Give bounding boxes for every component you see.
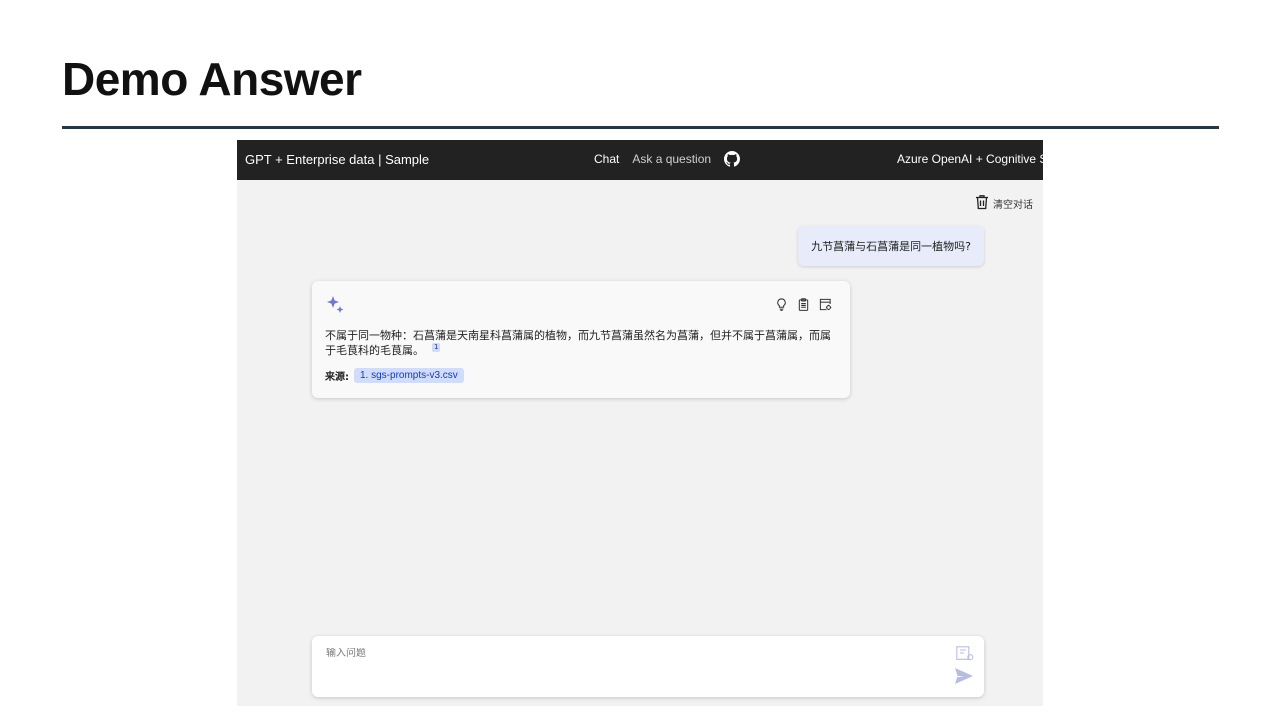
title-divider — [62, 126, 1219, 129]
user-message-text: 九节菖蒲与石菖蒲是同一植物吗? — [811, 240, 971, 253]
answer-actions — [775, 298, 832, 311]
header-right-text: Azure OpenAI + Cognitive Sea — [897, 152, 1043, 166]
clear-chat-button[interactable]: 清空对话 — [975, 194, 1033, 213]
nav-links: Chat Ask a question — [594, 151, 741, 167]
trash-icon — [975, 194, 989, 213]
question-input[interactable] — [326, 648, 926, 659]
user-message-bubble: 九节菖蒲与石菖蒲是同一植物吗? — [798, 226, 984, 266]
app-brand[interactable]: GPT + Enterprise data | Sample — [245, 152, 429, 167]
app-window: GPT + Enterprise data | Sample Chat Ask … — [237, 140, 1043, 706]
supporting-content-icon[interactable] — [819, 298, 832, 311]
slide-title: Demo Answer — [62, 53, 362, 105]
nav-chat[interactable]: Chat — [594, 152, 619, 166]
send-icon[interactable] — [954, 667, 974, 685]
top-nav-bar: GPT + Enterprise data | Sample Chat Ask … — [237, 140, 1043, 180]
answer-card: 不属于同一物种：石菖蒲是天南星科菖蒲属的植物，而九节菖蒲虽然名为菖蒲，但并不属于… — [312, 281, 850, 398]
answer-body: 不属于同一物种：石菖蒲是天南星科菖蒲属的植物，而九节菖蒲虽然名为菖蒲，但并不属于… — [325, 329, 831, 357]
citation-marker[interactable]: 1 — [432, 343, 441, 353]
clipboard-icon[interactable] — [797, 298, 810, 311]
answer-text: 不属于同一物种：石菖蒲是天南星科菖蒲属的植物，而九节菖蒲虽然名为菖蒲，但并不属于… — [325, 328, 837, 358]
question-input-box — [312, 636, 984, 697]
sources-row: 来源: 1. sgs-prompts-v3.csv — [325, 368, 464, 383]
nav-ask-question[interactable]: Ask a question — [632, 152, 711, 166]
source-chip[interactable]: 1. sgs-prompts-v3.csv — [354, 368, 464, 383]
clear-chat-label: 清空对话 — [993, 200, 1033, 211]
speech-input-icon[interactable] — [956, 646, 974, 661]
sparkle-icon — [327, 296, 344, 313]
sources-label: 来源: — [325, 372, 349, 383]
github-icon[interactable] — [724, 151, 741, 167]
lightbulb-icon[interactable] — [775, 298, 788, 311]
